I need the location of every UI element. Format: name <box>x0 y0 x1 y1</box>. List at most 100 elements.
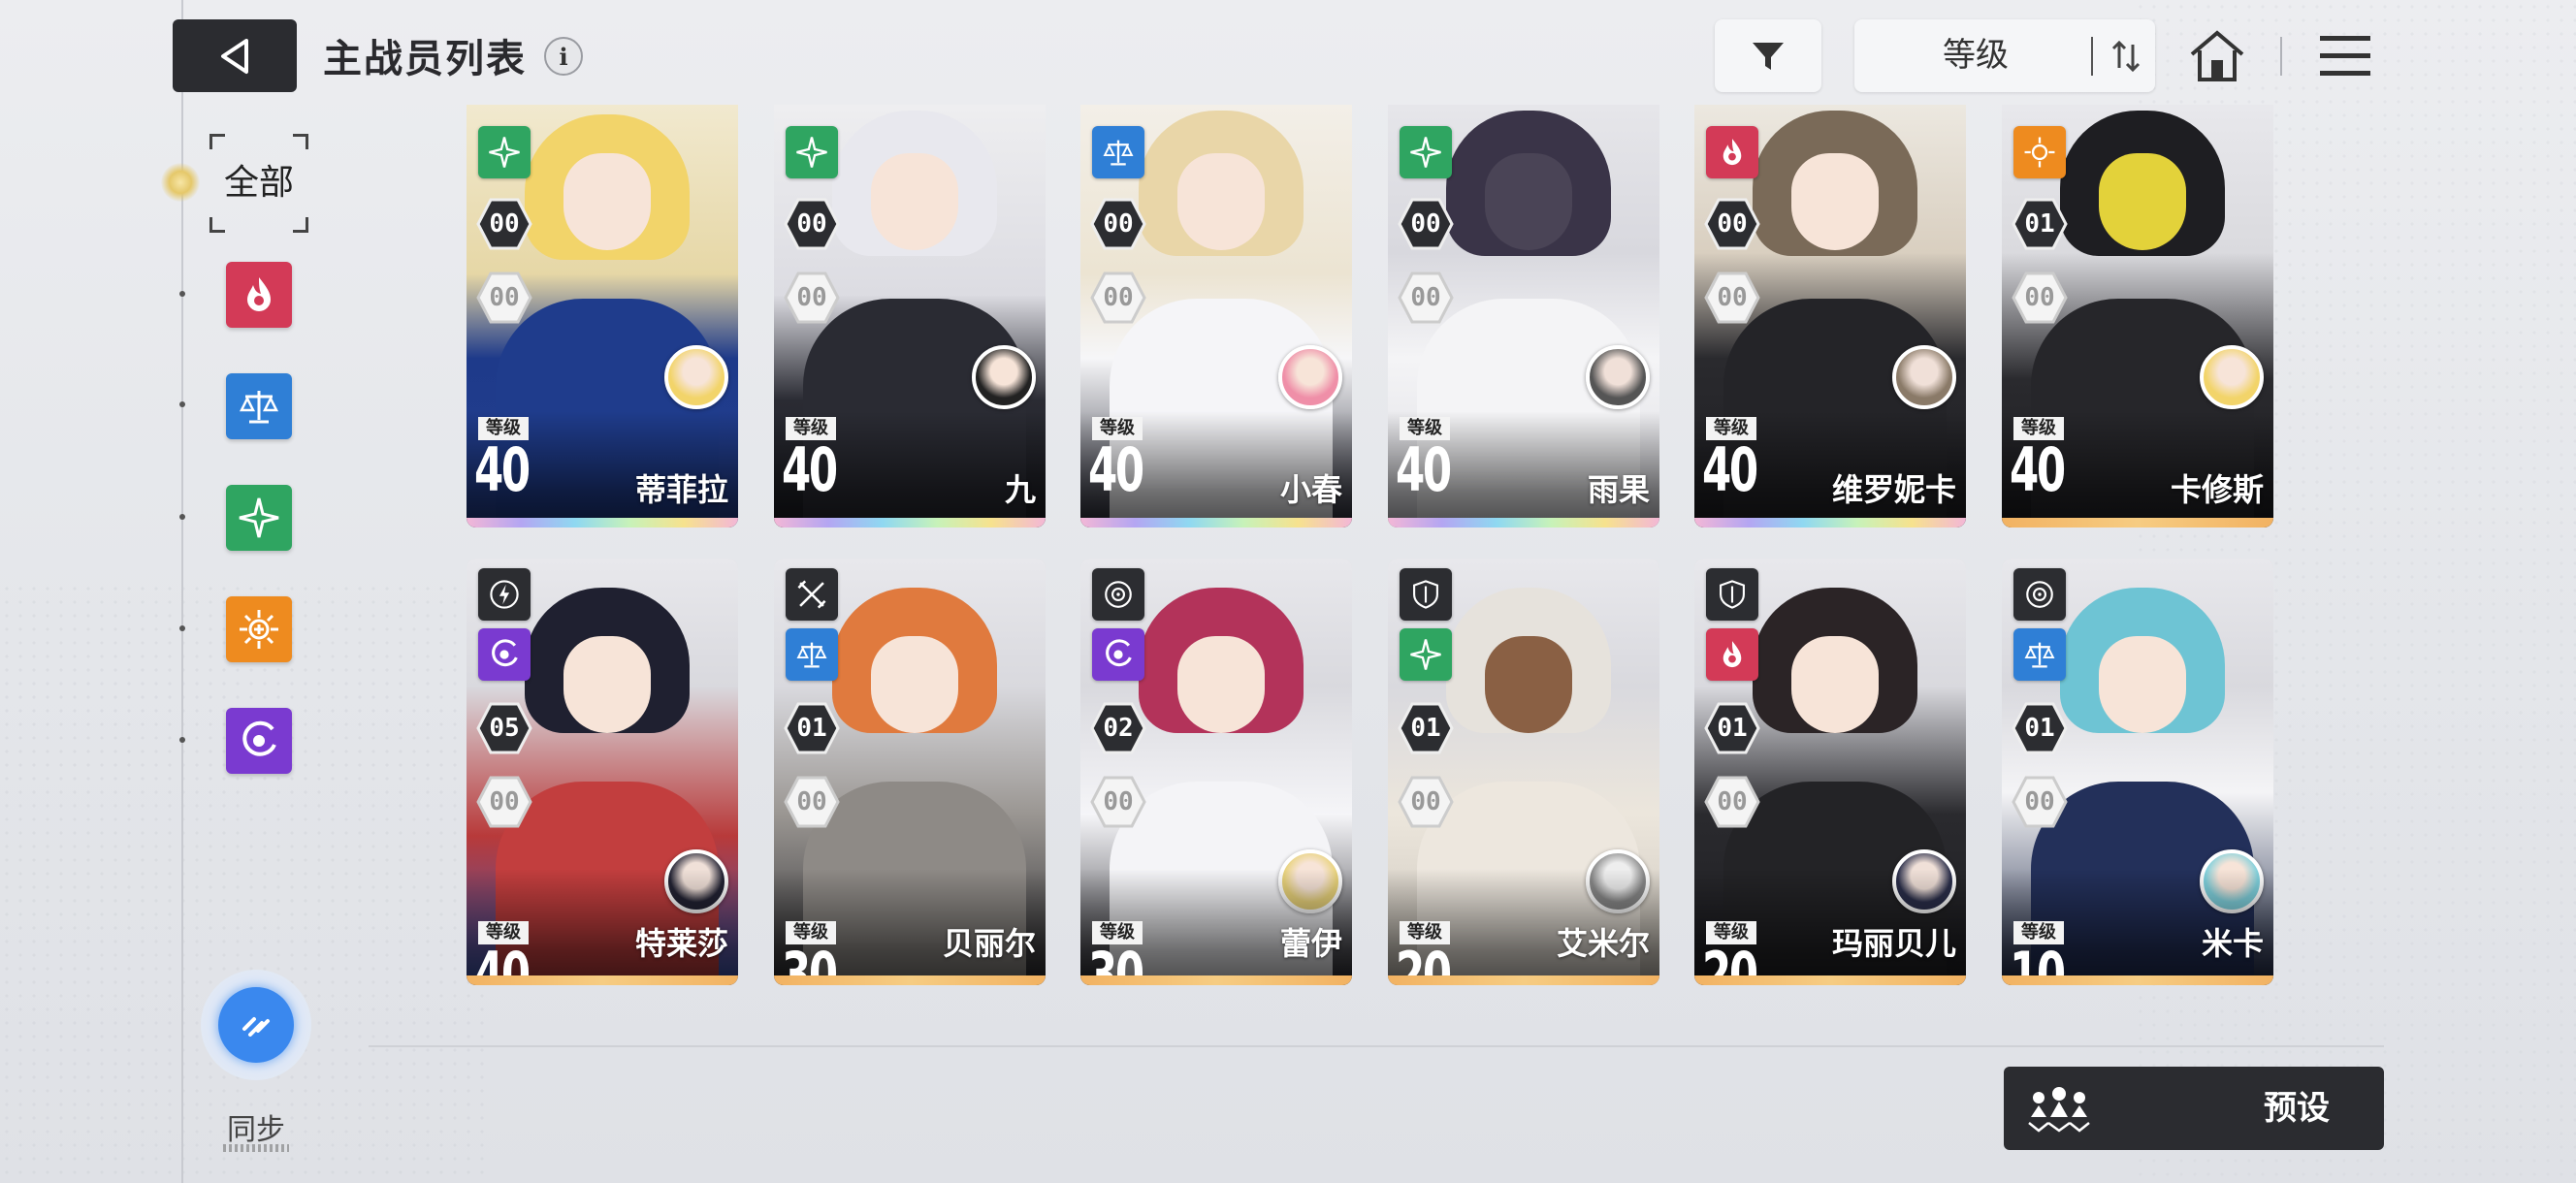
preset-label: 预设 <box>2264 1089 2330 1128</box>
fire-icon <box>247 277 271 311</box>
target-icon <box>1092 568 1144 621</box>
top-stat-badge: 01 <box>1704 700 1760 756</box>
void-icon <box>242 720 276 756</box>
top-stat-badge: 01 <box>784 700 840 756</box>
operator-card[interactable]: 01 00 等级 20 艾米尔 <box>1388 559 1659 985</box>
operator-card[interactable]: 00 00 等级 40 蒂菲拉 <box>467 105 738 528</box>
preset-button[interactable]: 预设 <box>2004 1067 2384 1150</box>
balance-icon <box>2013 628 2066 681</box>
bottom-stat-badge: 00 <box>1398 774 1454 830</box>
bottom-stat-badge: 00 <box>784 774 840 830</box>
void-icon <box>1092 628 1144 681</box>
barcode-decoration <box>223 1144 289 1152</box>
rarity-strip <box>1080 518 1352 528</box>
shield-icon <box>1400 568 1452 621</box>
sync-button[interactable] <box>201 970 311 1080</box>
top-stat-badge: 05 <box>476 700 532 756</box>
top-stat-badge: 00 <box>1704 196 1760 252</box>
operator-card[interactable]: 01 00 等级 20 玛丽贝儿 <box>1694 559 1966 985</box>
operator-card[interactable]: 00 00 等级 40 维罗妮卡 <box>1694 105 1966 528</box>
home-icon <box>2190 30 2244 81</box>
bottom-stat-badge: 00 <box>1090 774 1146 830</box>
operator-name: 艾米尔 <box>1556 925 1650 962</box>
rarity-strip <box>1388 518 1659 528</box>
bottom-stat-badge: 00 <box>1398 270 1454 326</box>
balance-icon <box>239 391 279 424</box>
sun-icon <box>240 610 278 649</box>
operator-card[interactable]: 00 00 等级 40 九 <box>774 105 1046 528</box>
level-value: 40 <box>782 434 838 505</box>
operator-card[interactable]: 00 00 等级 40 小春 <box>1080 105 1352 528</box>
lightning-icon <box>478 568 531 621</box>
support-avatar <box>2200 345 2264 409</box>
operator-name: 特莱莎 <box>634 925 728 962</box>
filter-void-class[interactable] <box>226 708 292 774</box>
operator-name: 米卡 <box>2201 925 2264 962</box>
operator-name: 蒂菲拉 <box>634 471 728 508</box>
filter-icon <box>1753 42 1784 70</box>
filter-balance-class[interactable] <box>226 373 292 439</box>
operator-card[interactable]: 01 00 等级 10 米卡 <box>2002 559 2273 985</box>
sync-link-icon <box>242 1017 270 1037</box>
operator-card[interactable]: 01 00 等级 40 卡修斯 <box>2002 105 2273 528</box>
back-button[interactable] <box>173 19 297 92</box>
bottom-stat-badge: 00 <box>476 270 532 326</box>
filter-fire-class[interactable] <box>226 262 292 328</box>
star-icon <box>478 126 531 178</box>
back-arrow-icon <box>221 38 248 74</box>
rarity-strip <box>1388 975 1659 985</box>
rail-tick <box>179 737 185 743</box>
level-value: 40 <box>1088 434 1144 505</box>
support-avatar <box>1278 345 1342 409</box>
support-avatar <box>1892 345 1956 409</box>
balance-icon <box>786 628 838 681</box>
bottom-stat-badge: 00 <box>784 270 840 326</box>
crossed-swords-icon <box>786 568 838 621</box>
sort-divider <box>2091 37 2093 76</box>
operator-card[interactable]: 05 00 等级 40 特莱莎 <box>467 559 738 985</box>
rarity-strip <box>467 975 738 985</box>
rarity-strip <box>2002 975 2273 985</box>
bottom-stat-badge: 00 <box>2012 774 2068 830</box>
rarity-strip <box>467 518 738 528</box>
menu-button[interactable] <box>2310 21 2380 91</box>
sort-order-toggle[interactable] <box>2097 19 2155 92</box>
bottom-stat-badge: 00 <box>1704 774 1760 830</box>
operator-card[interactable]: 00 00 等级 40 雨果 <box>1388 105 1659 528</box>
home-button[interactable] <box>2182 21 2252 91</box>
list-bottom-divider <box>369 1045 2384 1047</box>
operator-card[interactable]: 01 00 等级 30 贝丽尔 <box>774 559 1046 985</box>
star-icon <box>1400 126 1452 178</box>
operator-card[interactable]: 02 00 等级 30 蕾伊 <box>1080 559 1352 985</box>
sun-icon <box>2013 126 2066 178</box>
rail-tick <box>179 514 185 520</box>
filter-all[interactable]: 全部 <box>209 134 308 233</box>
support-avatar <box>1586 345 1650 409</box>
filter-all-label: 全部 <box>223 163 294 203</box>
bottom-stat-badge: 00 <box>476 774 532 830</box>
rail-tick <box>179 625 185 631</box>
menu-icon <box>2320 36 2370 76</box>
rarity-strip <box>774 975 1046 985</box>
operator-name: 贝丽尔 <box>942 925 1036 962</box>
operator-name: 维罗妮卡 <box>1831 471 1956 508</box>
level-value: 40 <box>474 434 531 505</box>
sync-label: 同步 <box>227 1113 285 1147</box>
operator-name: 蕾伊 <box>1279 925 1342 962</box>
top-stat-badge: 00 <box>784 196 840 252</box>
filter-button[interactable] <box>1715 19 1821 92</box>
operator-name: 小春 <box>1279 471 1342 508</box>
support-avatar <box>972 345 1036 409</box>
sort-selector[interactable]: 等级 <box>1854 19 2155 92</box>
sort-label[interactable]: 等级 <box>1854 19 2097 92</box>
star-icon <box>786 126 838 178</box>
level-value: 40 <box>1702 434 1758 505</box>
operator-name: 雨果 <box>1587 471 1650 508</box>
filter-star-class[interactable] <box>226 485 292 551</box>
void-icon <box>478 628 531 681</box>
info-icon[interactable]: i <box>544 37 583 76</box>
operator-name: 玛丽贝儿 <box>1831 925 1956 962</box>
filter-sun-class[interactable] <box>226 596 292 662</box>
balance-icon <box>1092 126 1144 178</box>
rarity-strip <box>1694 975 1966 985</box>
